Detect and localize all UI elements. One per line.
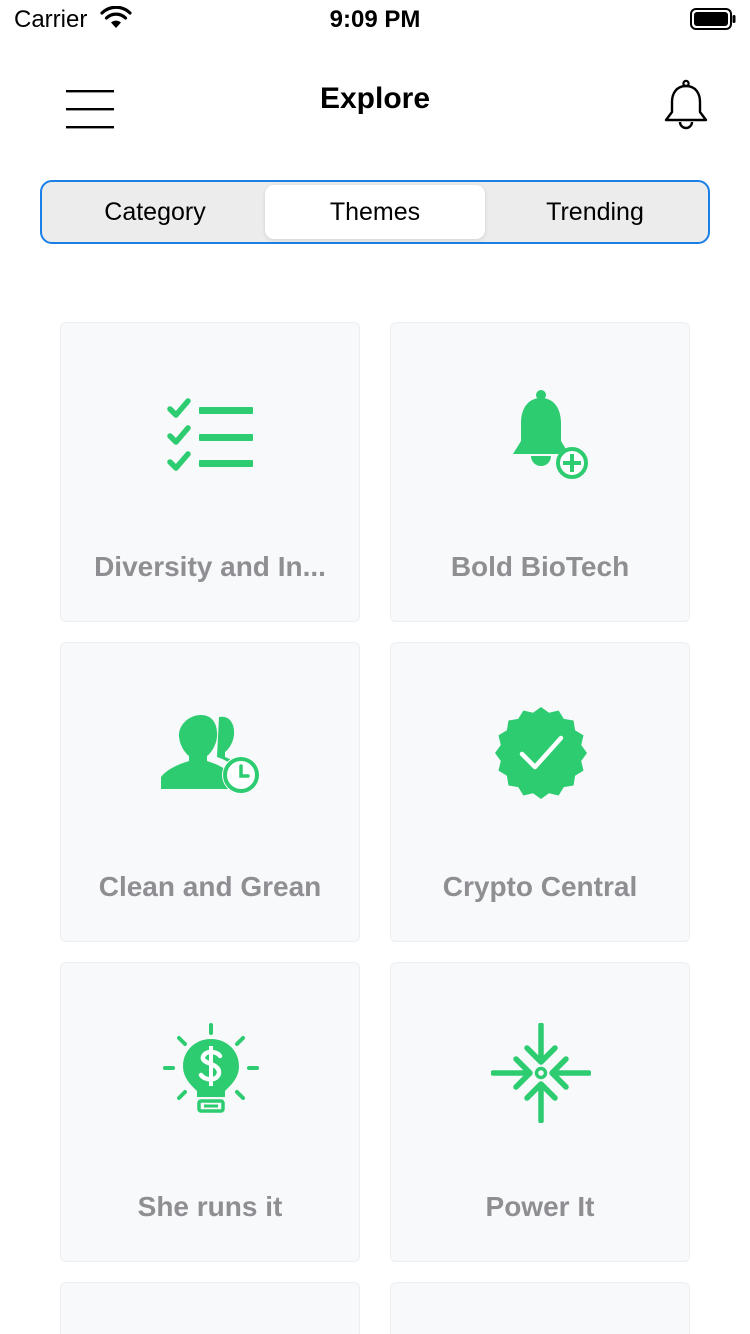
- notifications-button[interactable]: [658, 78, 714, 134]
- battery-icon: [690, 8, 736, 30]
- theme-card-partial[interactable]: [60, 1282, 360, 1334]
- explore-segmented-control: Category Themes Trending: [40, 180, 710, 244]
- theme-card-clean-and-grean[interactable]: Clean and Grean: [60, 642, 360, 942]
- theme-card-partial[interactable]: [390, 1282, 690, 1334]
- status-time: 9:09 PM: [329, 6, 421, 33]
- theme-label: Bold BioTech: [450, 551, 630, 582]
- bell-icon: [664, 79, 708, 130]
- themes-grid: Diversity and In... Bold BioTech Clean a…: [60, 322, 690, 1334]
- theme-label: She runs it: [137, 1191, 283, 1222]
- focus-arrows-icon: [491, 1023, 591, 1123]
- checklist-icon: [161, 383, 261, 483]
- theme-card-crypto-central[interactable]: Crypto Central: [390, 642, 690, 942]
- tab-themes[interactable]: Themes: [265, 185, 485, 239]
- tab-category[interactable]: Category: [45, 185, 265, 239]
- explore-screen: Carrier 9:09 PM Explore Category Themes …: [0, 0, 750, 1334]
- theme-card-power-it[interactable]: Power It: [390, 962, 690, 1262]
- bell-plus-icon: [491, 383, 591, 483]
- nav-bar: Explore: [0, 60, 750, 150]
- theme-card-she-runs-it[interactable]: She runs it: [60, 962, 360, 1262]
- theme-label: Diversity and In...: [94, 551, 326, 582]
- theme-label: Crypto Central: [442, 871, 638, 902]
- theme-label: Clean and Grean: [98, 871, 322, 902]
- verified-badge-icon: [491, 703, 591, 803]
- status-bar: Carrier 9:09 PM: [0, 0, 750, 40]
- theme-label: Power It: [485, 1191, 595, 1222]
- page-title: Explore: [319, 82, 431, 115]
- dollar-bulb-icon: [161, 1023, 261, 1123]
- tab-trending[interactable]: Trending: [485, 185, 705, 239]
- theme-card-diversity[interactable]: Diversity and In...: [60, 322, 360, 622]
- theme-card-bold-biotech[interactable]: Bold BioTech: [390, 322, 690, 622]
- users-clock-icon: [161, 703, 261, 803]
